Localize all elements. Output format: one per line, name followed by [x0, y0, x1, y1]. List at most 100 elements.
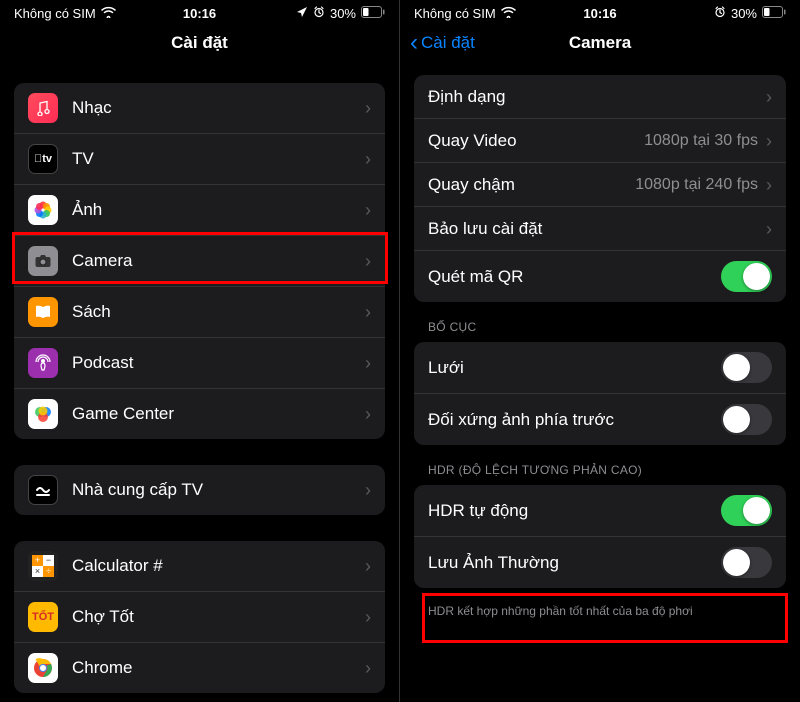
- row-label: HDR tự động: [428, 501, 721, 521]
- toggle-mirror-front[interactable]: [721, 404, 772, 435]
- camera-item-mirror-front: Đối xứng ảnh phía trước: [414, 394, 786, 445]
- row-label: Quét mã QR: [428, 267, 721, 287]
- section-footer: HDR kết hợp những phần tốt nhất của ba đ…: [400, 600, 800, 618]
- row-label: Định dạng: [428, 87, 766, 107]
- settings-item-calculator[interactable]: +−×÷ Calculator # ›: [14, 541, 385, 592]
- gamecenter-icon: [28, 399, 58, 429]
- camera-item-keep-normal: Lưu Ảnh Thường: [414, 537, 786, 588]
- battery-icon: [762, 6, 786, 21]
- chevron-right-icon: ›: [766, 88, 772, 106]
- podcast-icon: [28, 348, 58, 378]
- row-label: Bảo lưu cài đặt: [428, 219, 766, 239]
- camera-settings-screen: Không có SIM 10:16 30% ‹ Cài đặt Camera …: [400, 0, 800, 702]
- settings-item-gamecenter[interactable]: Game Center ›: [14, 389, 385, 439]
- row-label: Sách: [72, 302, 365, 322]
- chevron-right-icon: ›: [365, 481, 371, 499]
- settings-item-podcast[interactable]: Podcast ›: [14, 338, 385, 389]
- svg-text:−: −: [46, 555, 51, 565]
- camera-group-composition: Lưới Đối xứng ảnh phía trước: [414, 342, 786, 445]
- toggle-hdr-auto[interactable]: [721, 495, 772, 526]
- toggle-grid[interactable]: [721, 352, 772, 383]
- camera-item-grid: Lưới: [414, 342, 786, 394]
- row-label: Nhà cung cấp TV: [72, 480, 365, 500]
- settings-item-camera[interactable]: Camera ›: [14, 236, 385, 287]
- page-title: Camera: [569, 33, 631, 53]
- row-value: 1080p tại 240 fps: [635, 176, 758, 194]
- chevron-right-icon: ›: [766, 176, 772, 194]
- title-bar: Cài đặt: [0, 25, 399, 67]
- alarm-icon: [714, 6, 726, 21]
- row-label: Đối xứng ảnh phía trước: [428, 410, 721, 430]
- row-value: 1080p tại 30 fps: [644, 132, 758, 150]
- camera-item-record-video[interactable]: Quay Video 1080p tại 30 fps ›: [414, 119, 786, 163]
- row-label: Quay chậm: [428, 175, 635, 195]
- settings-screen: Không có SIM 10:16 30% Cài đặt: [0, 0, 400, 702]
- chrome-icon: [28, 653, 58, 683]
- title-bar: ‹ Cài đặt Camera: [400, 25, 800, 67]
- row-label: Calculator #: [72, 556, 365, 576]
- camera-item-scan-qr: Quét mã QR: [414, 251, 786, 302]
- toggle-keep-normal[interactable]: [721, 547, 772, 578]
- row-label: Chợ Tốt: [72, 607, 365, 627]
- tv-icon: tv: [28, 144, 58, 174]
- toggle-scan-qr[interactable]: [721, 261, 772, 292]
- chevron-right-icon: ›: [365, 659, 371, 677]
- chevron-right-icon: ›: [365, 150, 371, 168]
- row-label: Chrome: [72, 658, 365, 678]
- photos-icon: [28, 195, 58, 225]
- settings-item-tv[interactable]: tv TV ›: [14, 134, 385, 185]
- chevron-left-icon: ‹: [410, 35, 418, 52]
- settings-item-chotot[interactable]: TỐT Chợ Tốt ›: [14, 592, 385, 643]
- chevron-right-icon: ›: [365, 99, 371, 117]
- camera-item-slomo[interactable]: Quay chậm 1080p tại 240 fps ›: [414, 163, 786, 207]
- settings-group: +−× ÷ Calculator # › TỐT Chợ Tốt › Chrome…: [14, 541, 385, 693]
- status-bar: Không có SIM 10:16 30%: [400, 0, 800, 25]
- alarm-icon: [313, 6, 325, 21]
- settings-item-tvprovider[interactable]: Nhà cung cấp TV ›: [14, 465, 385, 515]
- camera-item-formats[interactable]: Định dạng ›: [414, 75, 786, 119]
- chevron-right-icon: ›: [766, 220, 772, 238]
- location-icon: [296, 6, 308, 21]
- chevron-right-icon: ›: [365, 303, 371, 321]
- row-label: Nhạc: [72, 98, 365, 118]
- chevron-right-icon: ›: [365, 201, 371, 219]
- section-header: HDR (ĐỘ LỆCH TƯƠNG PHẢN CAO): [400, 463, 800, 483]
- settings-item-chrome[interactable]: Chrome ›: [14, 643, 385, 693]
- chotot-icon: TỐT: [28, 602, 58, 632]
- battery-icon: [361, 6, 385, 21]
- row-label: Game Center: [72, 404, 365, 424]
- camera-item-preserve-settings[interactable]: Bảo lưu cài đặt ›: [414, 207, 786, 251]
- svg-text:÷: ÷: [46, 566, 51, 576]
- row-label: TV: [72, 149, 365, 169]
- wifi-icon: [501, 6, 516, 21]
- page-title: Cài đặt: [171, 33, 228, 53]
- carrier-label: Không có SIM: [14, 6, 96, 21]
- camera-group-hdr: HDR tự động Lưu Ảnh Thường: [414, 485, 786, 588]
- carrier-label: Không có SIM: [414, 6, 496, 21]
- chevron-right-icon: ›: [766, 132, 772, 150]
- calculator-icon: +−× ÷: [28, 551, 58, 581]
- camera-icon: [28, 246, 58, 276]
- chevron-right-icon: ›: [365, 252, 371, 270]
- svg-text:+: +: [35, 555, 40, 565]
- chevron-right-icon: ›: [365, 608, 371, 626]
- row-label: Lưới: [428, 358, 721, 378]
- wifi-icon: [101, 6, 116, 21]
- row-label: Podcast: [72, 353, 365, 373]
- clock: 10:16: [583, 6, 616, 21]
- row-label: Ảnh: [72, 200, 365, 220]
- books-icon: [28, 297, 58, 327]
- settings-item-books[interactable]: Sách ›: [14, 287, 385, 338]
- clock: 10:16: [183, 6, 216, 21]
- row-label: Quay Video: [428, 131, 644, 151]
- svg-text:×: ×: [35, 566, 40, 576]
- row-label: Camera: [72, 251, 365, 271]
- settings-item-photos[interactable]: Ảnh ›: [14, 185, 385, 236]
- status-bar: Không có SIM 10:16 30%: [0, 0, 399, 25]
- settings-item-music[interactable]: Nhạc ›: [14, 83, 385, 134]
- section-header: BỐ CỤC: [400, 320, 800, 340]
- chevron-right-icon: ›: [365, 405, 371, 423]
- back-button[interactable]: ‹ Cài đặt: [410, 33, 475, 53]
- tvprovider-icon: [28, 475, 58, 505]
- settings-group: Nhà cung cấp TV ›: [14, 465, 385, 515]
